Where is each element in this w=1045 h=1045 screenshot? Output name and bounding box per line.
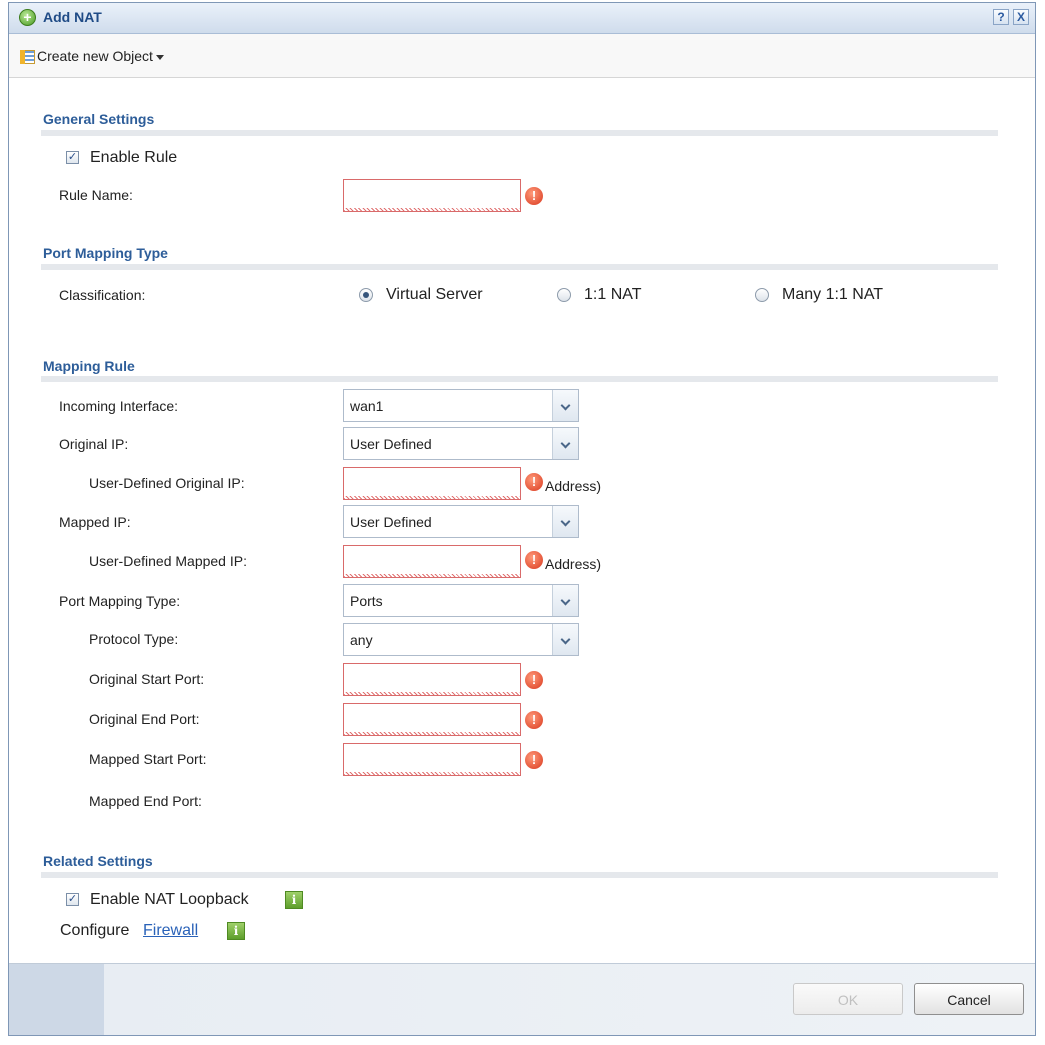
original-ip-value: User Defined: [350, 436, 432, 452]
create-new-object-menu[interactable]: Create new Object: [37, 48, 164, 64]
radio-1-1-nat[interactable]: [557, 288, 571, 302]
incoming-interface-label: Incoming Interface:: [59, 398, 179, 414]
error-icon: !: [525, 551, 543, 569]
toolbar: Create new Object: [9, 34, 1035, 78]
error-icon: !: [525, 751, 543, 769]
radio-label-virtual-server: Virtual Server: [386, 286, 483, 303]
original-start-port-label: Original Start Port:: [89, 671, 205, 687]
original-start-port-input[interactable]: [343, 663, 521, 696]
chevron-down-icon[interactable]: [552, 428, 578, 459]
firewall-link[interactable]: Firewall: [143, 922, 198, 940]
section-divider: [41, 376, 998, 382]
info-icon[interactable]: i: [285, 891, 303, 909]
radio-many-1-1-nat[interactable]: [755, 288, 769, 302]
protocol-type-value: any: [350, 632, 373, 648]
section-title-general-settings: General Settings: [43, 111, 155, 127]
user-defined-original-ip-input[interactable]: [343, 467, 521, 500]
chevron-down-icon[interactable]: [552, 390, 578, 421]
radio-virtual-server[interactable]: [359, 288, 373, 302]
create-new-object-label: Create new Object: [37, 48, 153, 64]
incoming-interface-value: wan1: [350, 398, 384, 414]
mapped-end-port-label: Mapped End Port:: [89, 793, 202, 809]
port-mapping-type-label: Port Mapping Type:: [59, 593, 181, 609]
enable-rule-checkbox[interactable]: ✓: [66, 151, 79, 164]
error-icon: !: [525, 187, 543, 205]
error-icon: !: [525, 671, 543, 689]
title-bar: + Add NAT ? X: [9, 3, 1035, 34]
original-ip-select[interactable]: User Defined: [343, 427, 579, 460]
protocol-type-label: Protocol Type:: [89, 631, 179, 647]
rule-name-label: Rule Name:: [59, 187, 133, 203]
ok-button[interactable]: OK: [793, 983, 903, 1015]
section-divider: [41, 264, 998, 270]
close-button[interactable]: X: [1013, 9, 1029, 25]
mapped-ip-select[interactable]: User Defined: [343, 505, 579, 538]
section-divider: [41, 872, 998, 878]
info-icon[interactable]: i: [227, 922, 245, 940]
mapped-start-port-input[interactable]: [343, 743, 521, 776]
section-title-related-settings: Related Settings: [43, 853, 153, 869]
mapped-ip-label: Mapped IP:: [59, 514, 131, 530]
enable-nat-loopback-label: Enable NAT Loopback: [90, 891, 249, 908]
user-defined-original-ip-label: User-Defined Original IP:: [89, 475, 245, 491]
rule-name-input[interactable]: [343, 179, 521, 212]
protocol-type-select[interactable]: any: [343, 623, 579, 656]
port-mapping-type-select[interactable]: Ports: [343, 584, 579, 617]
mapped-ip-hint: Address): [545, 556, 602, 572]
chevron-down-icon[interactable]: [552, 506, 578, 537]
section-divider: [41, 130, 998, 136]
original-end-port-input[interactable]: [343, 703, 521, 736]
radio-label-many-1-1-nat: Many 1:1 NAT: [782, 286, 884, 303]
object-list-icon: [20, 50, 35, 64]
configure-label: Configure: [60, 922, 130, 939]
add-nat-dialog: + Add NAT ? X Create new Object General …: [8, 2, 1036, 1036]
mapped-ip-value: User Defined: [350, 514, 432, 530]
port-mapping-type-value: Ports: [350, 593, 383, 609]
chevron-down-icon[interactable]: [552, 585, 578, 616]
original-ip-hint: Address): [545, 478, 602, 494]
section-title-port-mapping-type: Port Mapping Type: [43, 245, 168, 261]
dialog-title: Add NAT: [43, 9, 102, 25]
caret-down-icon: [155, 54, 164, 60]
enable-rule-label: Enable Rule: [90, 149, 178, 166]
original-ip-label: Original IP:: [59, 436, 129, 452]
section-title-mapping-rule: Mapping Rule: [43, 358, 135, 374]
user-defined-mapped-ip-label: User-Defined Mapped IP:: [89, 553, 247, 569]
user-defined-mapped-ip-input[interactable]: [343, 545, 521, 578]
incoming-interface-select[interactable]: wan1: [343, 389, 579, 422]
mapped-start-port-label: Mapped Start Port:: [89, 751, 207, 767]
enable-nat-loopback-checkbox[interactable]: ✓: [66, 893, 79, 906]
add-icon: +: [19, 9, 36, 26]
help-button[interactable]: ?: [993, 9, 1009, 25]
cancel-button[interactable]: Cancel: [914, 983, 1024, 1015]
error-icon: !: [525, 473, 543, 491]
classification-label: Classification:: [59, 287, 146, 303]
original-end-port-label: Original End Port:: [89, 711, 200, 727]
radio-label-1-1-nat: 1:1 NAT: [584, 286, 642, 303]
chevron-down-icon[interactable]: [552, 624, 578, 655]
error-icon: !: [525, 711, 543, 729]
dialog-footer: OK Cancel: [9, 963, 1035, 1035]
